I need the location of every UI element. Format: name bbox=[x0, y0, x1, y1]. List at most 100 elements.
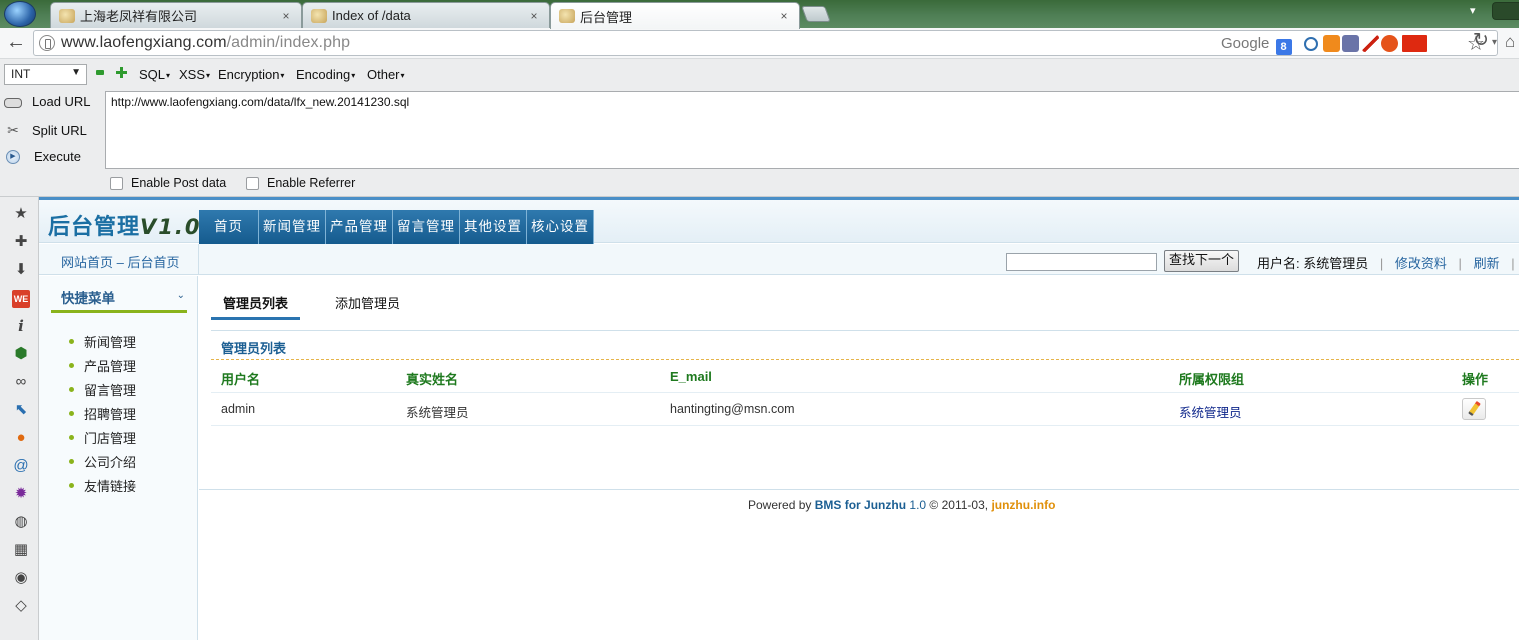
encoding-menu[interactable]: Encoding▾ bbox=[296, 67, 355, 82]
checkbox-box[interactable] bbox=[110, 176, 123, 190]
tab-label: 后台管理 bbox=[580, 9, 633, 25]
username-label: 用户名: bbox=[1257, 256, 1300, 271]
decrease-icon[interactable] bbox=[96, 70, 104, 75]
site-logo: 后台管理V1.0 bbox=[48, 215, 202, 240]
glasses-icon[interactable]: ∞ bbox=[12, 373, 30, 391]
menu-item-products[interactable]: 产品管理 bbox=[69, 353, 136, 377]
nav-home[interactable]: 首页 bbox=[199, 210, 259, 244]
address-bar[interactable]: www.laofengxiang.com/admin/index.php Goo… bbox=[33, 30, 1498, 56]
star-icon[interactable]: ★ bbox=[12, 205, 30, 223]
cell-realname: 系统管理员 bbox=[406, 406, 469, 420]
menu-item-stores[interactable]: 门店管理 bbox=[69, 425, 136, 449]
url-text[interactable]: www.laofengxiang.com/admin/index.php bbox=[61, 34, 350, 52]
bullet-icon bbox=[69, 338, 74, 344]
type-select[interactable]: INT ▼ bbox=[4, 64, 87, 85]
dragon-favicon-icon bbox=[311, 8, 327, 23]
quick-menu-panel: 快捷菜单 ⌄ 新闻管理 产品管理 留言管理 招聘管理 门店管理 公司介绍 友情链… bbox=[39, 276, 198, 640]
checkbox-box[interactable] bbox=[246, 176, 259, 190]
cell-email: hantingting@msn.com bbox=[670, 402, 795, 416]
php-extension-icon[interactable] bbox=[1342, 35, 1359, 52]
refresh-link[interactable]: 刷新 bbox=[1474, 256, 1500, 271]
back-arrow-icon[interactable]: ← bbox=[5, 32, 27, 54]
tab-index-of-data[interactable]: Index of /data × bbox=[302, 2, 550, 28]
palette-icon[interactable]: ◍ bbox=[12, 513, 30, 531]
other-menu[interactable]: Other▾ bbox=[367, 67, 405, 82]
china-flag-icon[interactable] bbox=[1402, 35, 1427, 52]
chevron-down-icon[interactable]: ▾ bbox=[1492, 37, 1497, 48]
swirl-icon[interactable]: @ bbox=[12, 457, 30, 475]
bullet-icon bbox=[69, 458, 74, 464]
puzzle-icon[interactable]: ✚ bbox=[12, 233, 30, 251]
separator: | bbox=[1458, 256, 1462, 271]
cursor-select-icon[interactable]: ⬉ bbox=[12, 401, 30, 419]
scissors-icon: ✂ bbox=[7, 122, 19, 138]
tab-close-icon[interactable]: × bbox=[527, 9, 541, 23]
window-controls[interactable] bbox=[1492, 2, 1519, 20]
nav-other-settings[interactable]: 其他设置 bbox=[460, 210, 527, 244]
reload-icon[interactable]: ↻ bbox=[1473, 29, 1489, 52]
edit-profile-link[interactable]: 修改资料 bbox=[1395, 256, 1447, 271]
nav-news[interactable]: 新闻管理 bbox=[259, 210, 326, 244]
nav-messages[interactable]: 留言管理 bbox=[393, 210, 460, 244]
web-developer-icon[interactable]: WE bbox=[12, 290, 30, 308]
tab-admin[interactable]: 后台管理 × bbox=[550, 2, 800, 29]
encryption-menu[interactable]: Encryption▾ bbox=[218, 67, 284, 82]
enable-post-data-checkbox[interactable]: Enable Post data bbox=[110, 176, 226, 190]
menu-item-news[interactable]: 新闻管理 bbox=[69, 329, 136, 353]
footer-product-link[interactable]: BMS for Junzhu bbox=[815, 498, 906, 512]
tab-label: Index of /data bbox=[332, 8, 411, 23]
footer: Powered by BMS for Junzhu 1.0 © 2011-03,… bbox=[748, 498, 1056, 512]
breadcrumb[interactable]: 网站首页 – 后台首页 bbox=[61, 252, 179, 271]
menu-item-recruitment[interactable]: 招聘管理 bbox=[69, 401, 136, 425]
ubuntu-extension-icon[interactable] bbox=[1381, 35, 1398, 52]
dragon-favicon-icon bbox=[559, 9, 575, 23]
footer-site-link[interactable]: junzhu.info bbox=[991, 498, 1055, 512]
info-icon[interactable]: i bbox=[12, 317, 30, 335]
cell-group-link[interactable]: 系统管理员 bbox=[1179, 402, 1242, 421]
load-url-button[interactable]: Load URL bbox=[4, 94, 91, 109]
xss-menu[interactable]: XSS▾ bbox=[179, 67, 210, 82]
enable-referrer-checkbox[interactable]: Enable Referrer bbox=[246, 176, 355, 190]
menu-item-messages[interactable]: 留言管理 bbox=[69, 377, 136, 401]
bullet-icon bbox=[69, 434, 74, 440]
new-tab-button[interactable] bbox=[801, 6, 831, 22]
swirl-extension-icon[interactable] bbox=[1304, 37, 1318, 51]
shield-icon[interactable]: ⬢ bbox=[12, 345, 30, 363]
nav-products[interactable]: 产品管理 bbox=[326, 210, 393, 244]
download-icon[interactable]: ⬇ bbox=[12, 261, 30, 279]
tab-close-icon[interactable]: × bbox=[777, 9, 791, 23]
home-icon[interactable]: ⌂ bbox=[1505, 32, 1515, 52]
bullet-icon bbox=[69, 482, 74, 488]
browser-logo-icon[interactable] bbox=[4, 1, 36, 27]
feather-extension-icon[interactable] bbox=[1362, 35, 1379, 52]
find-next-button[interactable]: 查找下一个 bbox=[1164, 250, 1239, 272]
sql-menu[interactable]: SQL▾ bbox=[139, 67, 170, 82]
firebug-icon[interactable]: ● bbox=[12, 429, 30, 447]
google-plus-icon[interactable]: 8 bbox=[1275, 39, 1292, 55]
menu-item-about[interactable]: 公司介绍 bbox=[69, 449, 136, 473]
window-menu-icon[interactable]: ▾ bbox=[1470, 4, 1476, 17]
tab-close-icon[interactable]: × bbox=[279, 9, 293, 23]
tab-admin-list[interactable]: 管理员列表 bbox=[223, 293, 288, 312]
increase-icon[interactable] bbox=[116, 67, 127, 78]
nav-core-settings[interactable]: 核心设置 bbox=[527, 210, 594, 244]
eraser-icon[interactable]: ◇ bbox=[12, 597, 30, 615]
globe-icon[interactable]: ◉ bbox=[12, 569, 30, 587]
url-textarea[interactable]: http://www.laofengxiang.com/data/lfx_new… bbox=[105, 91, 1519, 169]
virus-icon[interactable]: ✹ bbox=[12, 485, 30, 503]
qr-code-icon[interactable]: ▦ bbox=[12, 541, 30, 559]
search-engine-label[interactable]: Google 8 bbox=[1221, 35, 1292, 55]
user-info: 用户名: 系统管理员 | 修改资料 | 刷新 | 后 bbox=[1257, 253, 1519, 272]
separator: | bbox=[1511, 256, 1515, 271]
collapse-chevron-icon[interactable]: ⌄ bbox=[177, 290, 185, 301]
edit-button[interactable] bbox=[1462, 398, 1486, 420]
tab-add-admin[interactable]: 添加管理员 bbox=[335, 293, 400, 312]
menu-item-links[interactable]: 友情链接 bbox=[69, 473, 136, 497]
tab-laofengxiang[interactable]: 上海老凤祥有限公司 × bbox=[50, 2, 302, 28]
search-input[interactable] bbox=[1006, 253, 1157, 271]
fox-extension-icon[interactable] bbox=[1323, 35, 1340, 52]
execute-button[interactable]: ▶ Execute bbox=[4, 149, 81, 164]
split-url-button[interactable]: ✂ Split URL bbox=[4, 122, 87, 138]
quick-menu-header[interactable]: 快捷菜单 ⌄ bbox=[51, 286, 187, 313]
bullet-icon bbox=[69, 362, 74, 368]
